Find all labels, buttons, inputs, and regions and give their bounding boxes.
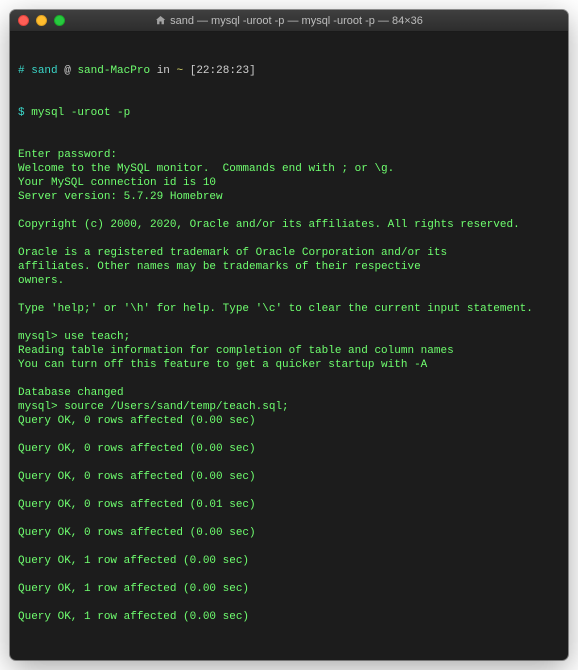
output-line: You can turn off this feature to get a q… xyxy=(18,358,560,372)
output-line xyxy=(18,568,560,582)
output-line: Database changed xyxy=(18,386,560,400)
output-line: Query OK, 1 row affected (0.00 sec) xyxy=(18,610,560,624)
output-line xyxy=(18,204,560,218)
prompt-dollar: $ xyxy=(18,107,25,119)
prompt-dir: ~ xyxy=(177,65,184,77)
prompt-hash: # xyxy=(18,65,25,77)
output-line: Query OK, 0 rows affected (0.00 sec) xyxy=(18,526,560,540)
window-controls xyxy=(18,15,65,26)
window-title-text: sand — mysql -uroot -p — mysql -uroot -p… xyxy=(170,15,423,27)
output-line xyxy=(18,484,560,498)
prompt-host: sand-MacPro xyxy=(77,65,150,77)
output-line xyxy=(18,372,560,386)
output-line: Query OK, 1 row affected (0.00 sec) xyxy=(18,554,560,568)
output-line: Oracle is a registered trademark of Orac… xyxy=(18,246,560,260)
prompt-line-2: $ mysql -uroot -p xyxy=(18,106,560,120)
output-line: Query OK, 0 rows affected (0.00 sec) xyxy=(18,470,560,484)
output-line: Type 'help;' or '\h' for help. Type '\c'… xyxy=(18,302,560,316)
output-line xyxy=(18,232,560,246)
output-line: Query OK, 0 rows affected (0.01 sec) xyxy=(18,498,560,512)
output-line: Reading table information for completion… xyxy=(18,344,560,358)
output-line: Enter password: xyxy=(18,148,560,162)
output-line: affiliates. Other names may be trademark… xyxy=(18,260,560,274)
window-title: sand — mysql -uroot -p — mysql -uroot -p… xyxy=(10,15,568,27)
home-icon xyxy=(155,15,166,26)
zoom-icon[interactable] xyxy=(54,15,65,26)
prompt-time: [22:28:23] xyxy=(190,65,256,77)
output-line: Welcome to the MySQL monitor. Commands e… xyxy=(18,162,560,176)
output-line: Query OK, 0 rows affected (0.00 sec) xyxy=(18,414,560,428)
output-line: Query OK, 1 row affected (0.00 sec) xyxy=(18,582,560,596)
prompt-line-1: # sand @ sand-MacPro in ~ [22:28:23] xyxy=(18,64,560,78)
output-line: Your MySQL connection id is 10 xyxy=(18,176,560,190)
prompt-in: in xyxy=(157,65,170,77)
terminal-window: sand — mysql -uroot -p — mysql -uroot -p… xyxy=(10,10,568,660)
shell-command: mysql -uroot -p xyxy=(31,107,130,119)
titlebar: sand — mysql -uroot -p — mysql -uroot -p… xyxy=(10,10,568,32)
prompt-user: sand xyxy=(31,65,57,77)
output-line xyxy=(18,596,560,610)
output-line: Copyright (c) 2000, 2020, Oracle and/or … xyxy=(18,218,560,232)
output-line xyxy=(18,540,560,554)
close-icon[interactable] xyxy=(18,15,29,26)
terminal-body[interactable]: # sand @ sand-MacPro in ~ [22:28:23] $ m… xyxy=(10,32,568,660)
output-line xyxy=(18,316,560,330)
minimize-icon[interactable] xyxy=(36,15,47,26)
output-line xyxy=(18,428,560,442)
output-line: mysql> source /Users/sand/temp/teach.sql… xyxy=(18,400,560,414)
output-line: Server version: 5.7.29 Homebrew xyxy=(18,190,560,204)
terminal-output: Enter password:Welcome to the MySQL moni… xyxy=(18,148,560,624)
output-line xyxy=(18,456,560,470)
output-line xyxy=(18,512,560,526)
output-line xyxy=(18,288,560,302)
output-line: mysql> use teach; xyxy=(18,330,560,344)
output-line: Query OK, 0 rows affected (0.00 sec) xyxy=(18,442,560,456)
prompt-at: @ xyxy=(64,65,71,77)
output-line: owners. xyxy=(18,274,560,288)
